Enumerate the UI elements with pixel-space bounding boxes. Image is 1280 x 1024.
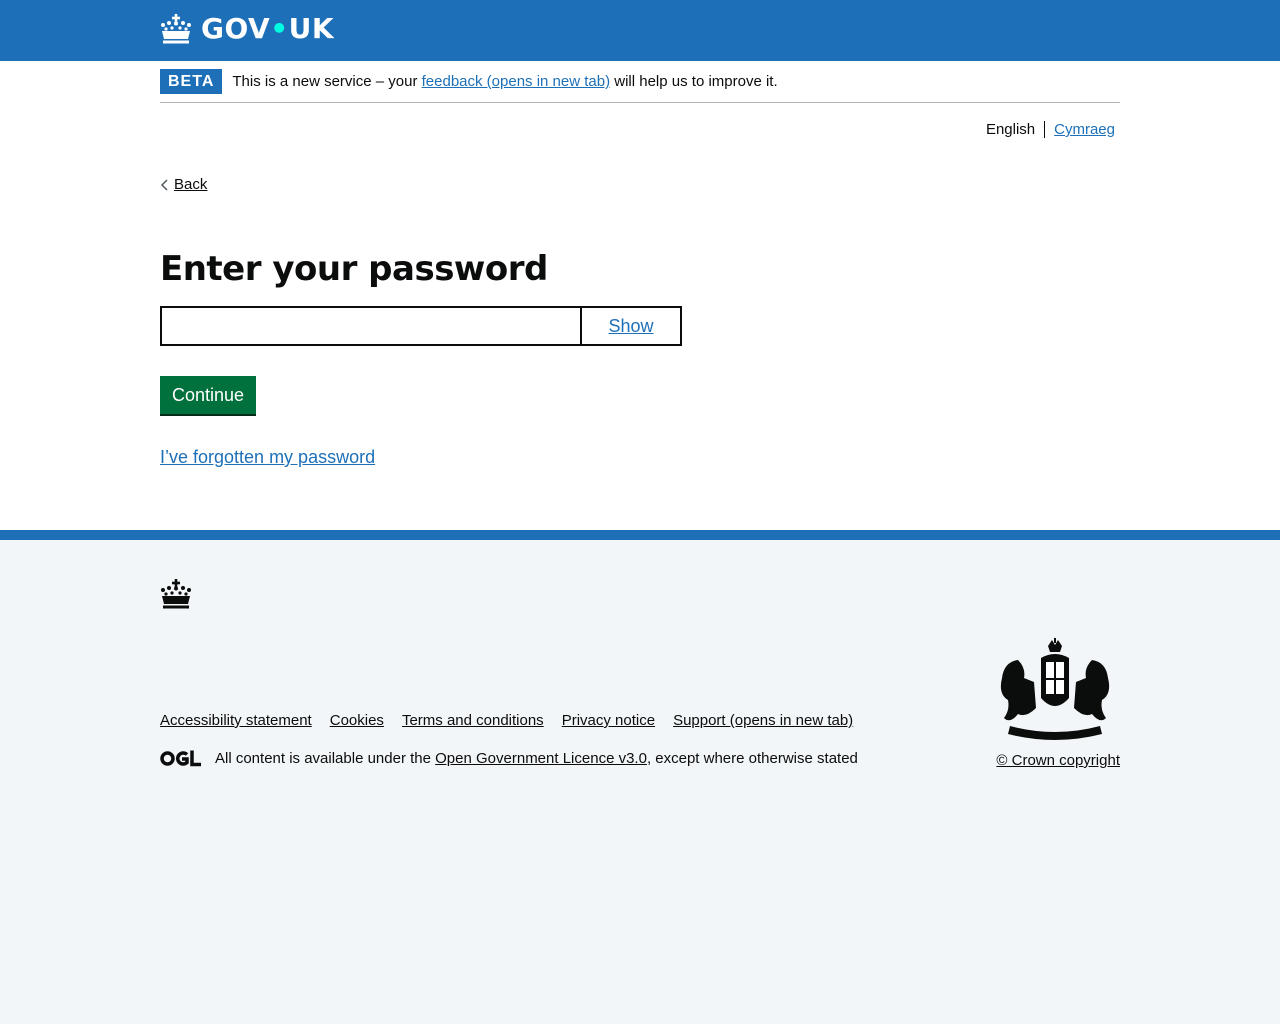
language-separator	[1044, 121, 1046, 138]
password-input[interactable]	[160, 306, 580, 346]
phase-banner-text: This is a new service – your feedback (o…	[232, 73, 778, 90]
footer-link-privacy[interactable]: Privacy notice	[562, 712, 655, 729]
language-current: English	[985, 121, 1036, 138]
page-body: GOV•UK BETA This is a new service – your…	[0, 0, 1280, 530]
govuk-wordmark: GOV•UK	[201, 12, 335, 45]
language-cymraeg-link[interactable]: Cymraeg	[1054, 121, 1115, 138]
language-toggle: English Cymraeg	[986, 121, 1115, 138]
continue-button[interactable]: Continue	[160, 376, 257, 414]
beta-tag: BETA	[160, 69, 223, 94]
ogl-icon	[160, 750, 201, 767]
footer-link-terms[interactable]: Terms and conditions	[402, 712, 544, 729]
phase-banner: BETA This is a new service – your feedba…	[160, 69, 1120, 103]
footer-link-accessibility[interactable]: Accessibility statement	[160, 712, 312, 729]
crown-copyright-link[interactable]: © Crown copyright	[996, 752, 1120, 769]
royal-coat-of-arms-icon	[1000, 638, 1110, 740]
back-link-label: Back	[174, 176, 208, 193]
licence-text: All content is available under the Open …	[215, 750, 858, 767]
back-link[interactable]: Back	[160, 176, 207, 193]
chevron-left-icon	[160, 178, 168, 191]
footer-link-support[interactable]: Support (opens in new tab)	[673, 712, 853, 729]
crown-icon	[161, 13, 191, 43]
feedback-link[interactable]: feedback (opens in new tab)	[422, 73, 610, 90]
footer-link-cookies[interactable]: Cookies	[330, 712, 384, 729]
site-header: GOV•UK	[0, 0, 1280, 61]
licence-link[interactable]: Open Government Licence v3.0	[435, 750, 647, 767]
footer-links: Accessibility statement Cookies Terms an…	[160, 712, 871, 729]
page-title: Enter your password	[160, 249, 548, 289]
licence-line: All content is available under the Open …	[160, 750, 858, 767]
govuk-logo-link[interactable]: GOV•UK	[160, 12, 334, 45]
site-footer: Accessibility statement Cookies Terms an…	[0, 530, 1280, 1024]
password-field-group: Show	[160, 306, 682, 346]
crown-icon	[161, 579, 191, 609]
show-password-button[interactable]: Show	[580, 306, 682, 346]
forgotten-password-link[interactable]: I’ve forgotten my password	[160, 447, 375, 468]
